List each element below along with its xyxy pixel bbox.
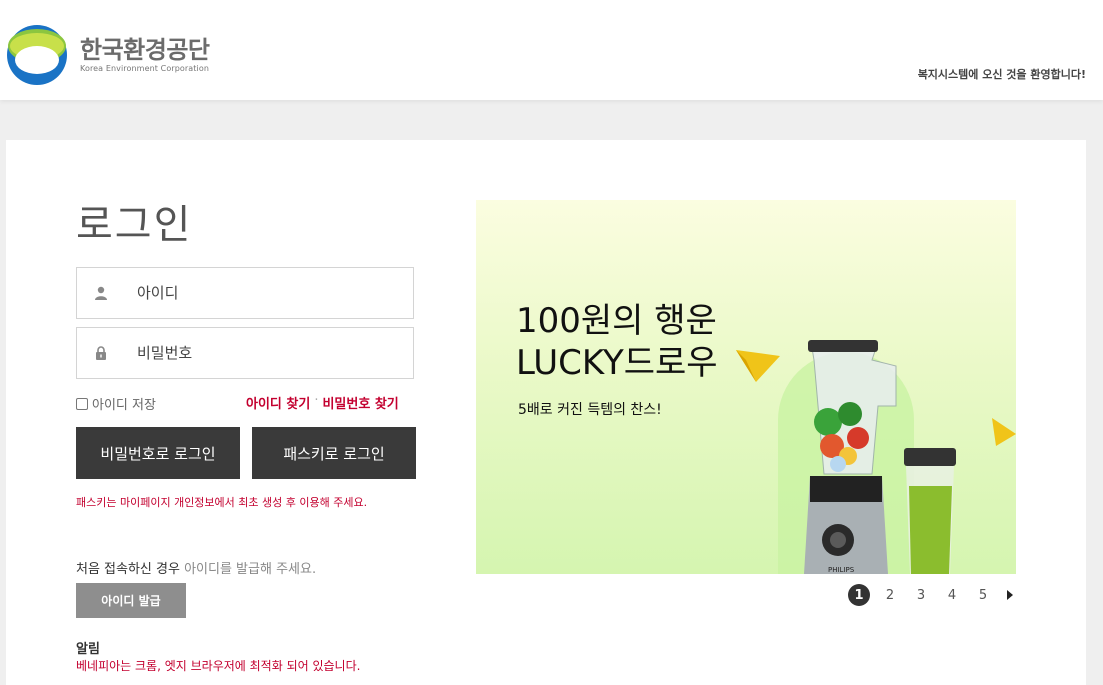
company-logo[interactable]: 한국환경공단 Korea Environment Corporation	[6, 24, 210, 86]
pager-page-5[interactable]: 5	[972, 584, 994, 606]
id-field[interactable]	[76, 267, 414, 319]
banner-pager: 12345	[848, 584, 1017, 606]
save-id-option[interactable]: 아이디 저장	[76, 394, 156, 413]
banner-title: 100원의 행운 LUCKY드로우	[516, 300, 718, 384]
save-id-label: 아이디 저장	[92, 398, 156, 413]
promo-banner[interactable]: PHILIPS 100원의 행운 LUCKY드로우 5배로 커진 득템의 찬스!	[476, 200, 1016, 574]
passkey-note: 패스키는 마이페이지 개인정보에서 최초 생성 후 이용해 주세요.	[76, 496, 368, 509]
banner-subtitle: 5배로 커진 득템의 찬스!	[518, 402, 662, 418]
first-visit-prefix: 처음 접속하신 경우	[76, 562, 185, 577]
notice-text: 베네피아는 크롬, 엣지 브라우저에 최적화 되어 있습니다.	[76, 659, 361, 673]
issue-id-button[interactable]: 아이디 발급	[76, 583, 186, 618]
blender-illustration: PHILIPS	[736, 340, 1016, 574]
logo-korean-name: 한국환경공단	[80, 36, 210, 64]
welcome-message: 복지시스템에 오신 것을 환영합니다!	[917, 68, 1086, 81]
find-links-separator: ·	[314, 393, 319, 408]
logo-mark-icon	[6, 24, 68, 86]
first-visit-guide: 처음 접속하신 경우 아이디를 발급해 주세요.	[76, 558, 316, 577]
banner-title-line2: LUCKY드로우	[516, 343, 718, 383]
notice-title: 알림	[76, 642, 100, 657]
password-field[interactable]	[76, 327, 414, 379]
find-id-link[interactable]: 아이디 찾기	[246, 393, 310, 412]
user-icon	[77, 286, 125, 300]
first-visit-suffix: 아이디를 발급해 주세요.	[184, 562, 317, 577]
pager-page-2[interactable]: 2	[879, 584, 901, 606]
next-arrow-icon[interactable]	[1003, 584, 1017, 606]
pager-page-4[interactable]: 4	[941, 584, 963, 606]
id-input[interactable]	[137, 284, 397, 302]
passkey-login-button[interactable]: 패스키로 로그인	[252, 427, 416, 479]
password-input[interactable]	[137, 344, 397, 362]
lock-icon	[77, 346, 125, 360]
pager-page-1[interactable]: 1	[848, 584, 870, 606]
find-links: 아이디 찾기 · 비밀번호 찾기	[246, 393, 399, 412]
save-id-checkbox[interactable]	[76, 397, 88, 410]
main-panel: 로그인 아이디 저장 아이디 찾기 · 비밀번호 찾기 비밀번호로 로그인 패스…	[6, 140, 1086, 685]
gem-icon-small	[992, 418, 1016, 446]
banner-title-line1: 100원의 행운	[516, 301, 717, 341]
page-title: 로그인	[76, 202, 193, 248]
logo-english-name: Korea Environment Corporation	[80, 64, 210, 73]
password-login-button[interactable]: 비밀번호로 로그인	[76, 427, 240, 479]
find-password-link[interactable]: 비밀번호 찾기	[322, 393, 398, 412]
pager-page-3[interactable]: 3	[910, 584, 932, 606]
gem-icon	[736, 350, 780, 382]
brand-text: PHILIPS	[828, 566, 855, 574]
header: 한국환경공단 Korea Environment Corporation 복지시…	[0, 0, 1103, 100]
